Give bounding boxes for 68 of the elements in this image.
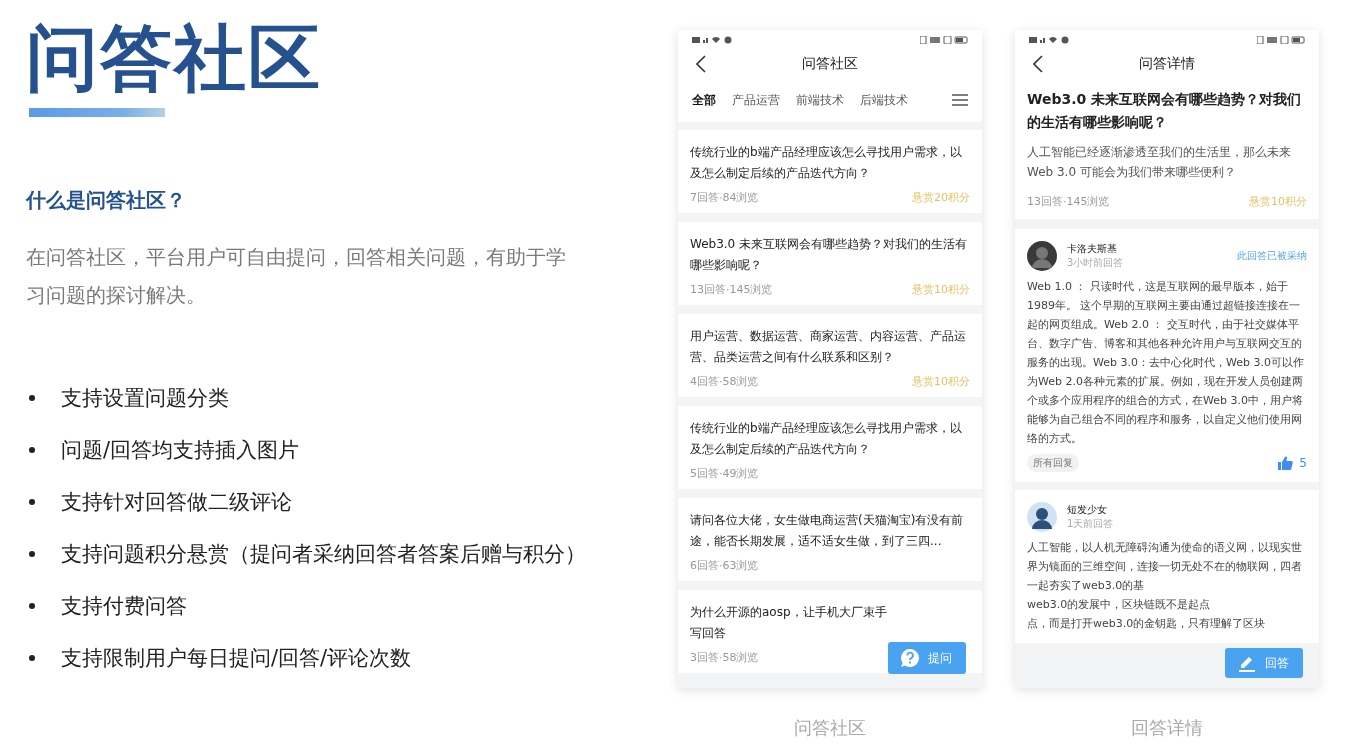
- question-card[interactable]: Web3.0 未来互联网会有哪些趋势？对我们的生活有哪些影响呢？ 13回答·145浏览 悬赏10积分: [678, 222, 982, 305]
- answer-text: 点，而是打开web3.0的金钥匙，只有理解了区块: [1027, 616, 1267, 632]
- question-title: Web3.0 未来互联网会有哪些趋势？对我们的生活有哪些影响呢？: [1027, 90, 1303, 132]
- screen-caption: 问答社区: [794, 716, 866, 740]
- question-icon: [900, 648, 920, 668]
- answer-time: 1天前回答: [1067, 517, 1114, 531]
- status-icons-drawing: [920, 36, 968, 44]
- question-card[interactable]: 传统行业的b端产品经理应该怎么寻找用户需求，以及怎么制定后续的产品迭代方向？ 7回答·84浏览 悬赏20积分: [678, 130, 982, 213]
- category-tab[interactable]: 全部: [692, 91, 716, 109]
- question-stats: 13回答·145浏览: [690, 282, 773, 297]
- section-heading: 什么是问答社区？: [26, 187, 187, 214]
- feature-text: 支持设置问题分类: [61, 385, 229, 412]
- category-tab[interactable]: 产品运营: [732, 91, 780, 109]
- like-count: 5: [1299, 456, 1307, 470]
- status-icons-drawing: [1257, 36, 1305, 44]
- reward-label: 悬赏10积分: [912, 374, 970, 389]
- slide-title: 问答社区: [26, 15, 323, 102]
- description: 在问答社区，平台用户可自由提问，回答相关问题，有助于学习问题的探讨解决。: [26, 244, 567, 309]
- question-card[interactable]: 用户运营、数据运营、商家运营、内容运营、产品运营、品类运营之间有什么联系和区别？ 4回答·58浏览 悬赏10积分: [678, 314, 982, 397]
- reward-label: 悬赏10积分: [1249, 194, 1307, 209]
- answer-text: web3.0的发展中，区块链既不是起点: [1027, 597, 1212, 613]
- avatar: [1027, 241, 1057, 271]
- replies-button[interactable]: 所有回复: [1027, 454, 1079, 472]
- feature-text: 支持限制用户每日提问/回答/评论次数: [61, 645, 412, 672]
- question-title: 用户运营、数据运营、商家运营、内容运营、产品运营、品类运营之间有什么联系和区别？: [690, 328, 967, 366]
- question-stats: 7回答·84浏览: [690, 190, 759, 205]
- answer-time: 3小时前回答: [1067, 256, 1124, 270]
- bullet-dot: [29, 395, 35, 401]
- bullet-dot: [29, 499, 35, 505]
- question-title: 写回答: [690, 625, 727, 642]
- feature-text: 支持问题积分悬赏（提问者采纳回答者答案后赠与积分）: [61, 541, 586, 568]
- bullet-dot: [29, 447, 35, 453]
- reward-label: 悬赏20积分: [912, 190, 970, 205]
- question-title: 传统行业的b端产品经理应该怎么寻找用户需求，以及怎么制定后续的产品迭代方向？: [690, 144, 963, 182]
- bullet-dot: [29, 655, 35, 661]
- bullet-dot: [29, 551, 35, 557]
- question-title: 为什么开源的aosp，让手机大厂束手: [690, 604, 888, 621]
- author-name: 卡洛夫斯基: [1067, 242, 1118, 256]
- screen-title: 问答社区: [802, 55, 858, 73]
- question-title: 请问各位大佬，女生做电商运营(天猫淘宝)有没有前途，能否长期发展，适不适女生做，到了三四...: [690, 512, 965, 550]
- reward-label: 悬赏10积分: [912, 282, 970, 297]
- screen-title: 问答详情: [1139, 55, 1195, 73]
- back-icon[interactable]: [696, 55, 706, 73]
- feature-text: 支持针对回答做二级评论: [61, 489, 292, 516]
- question-card[interactable]: 请问各位大佬，女生做电商运营(天猫淘宝)有没有前途，能否长期发展，适不适女生做，到了三四... 6回答·63浏览: [678, 498, 982, 581]
- back-icon[interactable]: [1033, 55, 1043, 73]
- category-tab[interactable]: 前端技术: [796, 91, 844, 109]
- menu-icon[interactable]: [952, 94, 968, 106]
- question-stats: 4回答·58浏览: [690, 374, 759, 389]
- avatar: [1027, 502, 1057, 532]
- question-stats: 5回答·49浏览: [690, 466, 759, 481]
- feature-text: 问题/回答均支持插入图片: [61, 437, 300, 464]
- question-title: Web3.0 未来互联网会有哪些趋势？对我们的生活有哪些影响呢？: [690, 236, 969, 274]
- question-stats: 13回答·145浏览: [1027, 194, 1110, 209]
- pencil-icon: [1237, 654, 1257, 672]
- question-title: 传统行业的b端产品经理应该怎么寻找用户需求，以及怎么制定后续的产品迭代方向？: [690, 420, 963, 458]
- accepted-label: 此回答已被采纳: [1237, 249, 1307, 263]
- question-stats: 3回答·58浏览: [690, 650, 759, 665]
- question-description: 人工智能已经逐渐渗透至我们的生活里，那么未来 Web 3.0 可能会为我们带来哪些便利？: [1027, 144, 1292, 181]
- category-tab[interactable]: 后端技术: [860, 91, 908, 109]
- author-name: 短发少女: [1067, 503, 1108, 517]
- thumbs-up-icon[interactable]: [1278, 456, 1294, 470]
- bullet-dot: [29, 603, 35, 609]
- screen-caption: 回答详情: [1131, 716, 1203, 740]
- feature-text: 支持付费问答: [61, 593, 187, 620]
- question-card[interactable]: 传统行业的b端产品经理应该怎么寻找用户需求，以及怎么制定后续的产品迭代方向？ 5回答·49浏览: [678, 406, 982, 489]
- answer-text: Web 1.0 ： 只读时代，这是互联网的最早版本，始于1989年。 这个早期的互联网主要由通过超链接连接在一起的网页组成。Web 2.0 ： 交互时代，由于社交媒体平台、数字广告、博客和其他各种允许用户与互联网交互的服务的出现。Web 3.0：去中心化时代，Web 3.0可以作为Web 2.0各种元素的扩展。例如，现在开发人员创建两个或多个应用程序的组合的方式，在Web 3.0中，用户将能够为自己组合不同的程序和服务，以自定义他们使用网络的方式。: [1027, 279, 1305, 447]
- question-stats: 6回答·63浏览: [690, 558, 759, 573]
